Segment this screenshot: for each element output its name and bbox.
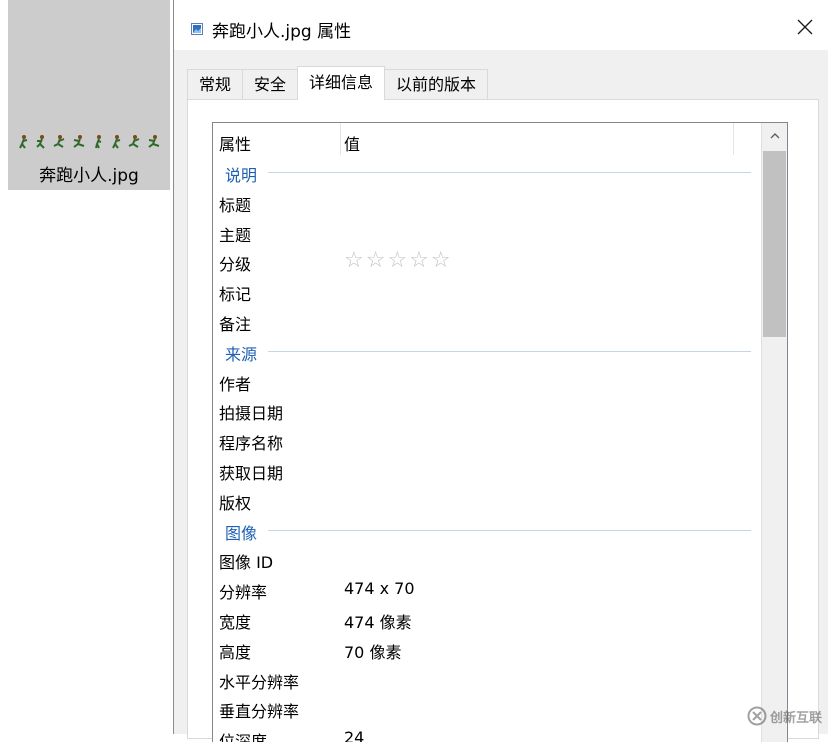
property-row[interactable]: 高度 70 像素: [213, 634, 761, 664]
image-file-icon: [191, 23, 203, 35]
property-row[interactable]: 图像 ID: [213, 544, 761, 574]
vertical-scrollbar[interactable]: [761, 123, 787, 742]
scroll-up-button[interactable]: [762, 123, 787, 149]
list-header: 属性 值: [213, 123, 761, 155]
property-name: 版权: [219, 493, 252, 513]
column-divider[interactable]: [733, 123, 734, 155]
watermark-text: 创新互联: [769, 710, 822, 726]
property-row[interactable]: 作者: [213, 366, 761, 396]
property-row[interactable]: 备注: [213, 306, 761, 336]
file-name-label: 奔跑小人.jpg: [39, 166, 139, 186]
tab-general[interactable]: 常规: [187, 69, 244, 100]
property-name: 拍摄日期: [219, 404, 284, 424]
property-row[interactable]: 宽度 474 像素: [213, 604, 761, 634]
property-name: 分级: [219, 255, 252, 275]
explorer-pane: 奔跑小人.jpg: [0, 0, 172, 734]
property-name: 宽度: [219, 612, 252, 632]
group-divider: [268, 172, 751, 173]
file-thumbnail: [18, 135, 160, 149]
group-divider: [268, 529, 751, 531]
property-name: 备注: [219, 314, 252, 334]
property-name: 垂直分辨率: [219, 702, 300, 722]
properties-dialog: 奔跑小人.jpg 属性 常规 安全 详细信息 以前的版本 属性 值 说明标题主题…: [173, 0, 828, 742]
property-row[interactable]: 分辨率 474 x 70: [213, 574, 761, 604]
group-label: 说明: [225, 166, 258, 185]
close-button[interactable]: [790, 12, 820, 42]
property-value: 474 x 70: [344, 579, 415, 599]
property-row[interactable]: 获取日期: [213, 455, 761, 485]
property-row[interactable]: 分级 ☆☆☆☆☆: [213, 246, 761, 276]
property-row[interactable]: 版权: [213, 485, 761, 515]
column-divider[interactable]: [340, 123, 341, 155]
property-name: 高度: [219, 642, 252, 662]
tab-details[interactable]: 详细信息: [297, 66, 386, 100]
details-panel: 属性 值 说明标题主题分级 ☆☆☆☆☆ 标记备注来源作者拍摄日期程序名称获取日期版权…: [187, 99, 819, 742]
dialog-title: 奔跑小人.jpg 属性: [212, 22, 352, 42]
property-row[interactable]: 标题: [213, 187, 761, 217]
property-name: 水平分辨率: [219, 672, 300, 692]
property-name: 标记: [219, 285, 252, 305]
group-label: 图像: [225, 523, 258, 543]
property-name: 位深度: [219, 732, 268, 742]
property-value: 24: [344, 728, 365, 742]
property-name: 获取日期: [219, 463, 284, 483]
group-header[interactable]: 说明: [213, 157, 761, 187]
property-name: 主题: [219, 225, 252, 245]
tab-security[interactable]: 安全: [242, 69, 299, 100]
tab-previous-versions[interactable]: 以前的版本: [384, 69, 489, 100]
property-row[interactable]: 程序名称: [213, 425, 761, 455]
property-row[interactable]: 拍摄日期: [213, 395, 761, 425]
property-row[interactable]: 位深度 24: [213, 723, 761, 742]
property-rows: 说明标题主题分级 ☆☆☆☆☆ 标记备注来源作者拍摄日期程序名称获取日期版权图像图像 …: [213, 157, 761, 742]
property-name: 分辨率: [219, 583, 268, 603]
property-row[interactable]: 标记: [213, 276, 761, 306]
chevron-up-icon: [770, 133, 779, 139]
tab-bar: 常规 安全 详细信息 以前的版本: [187, 66, 489, 100]
property-list[interactable]: 属性 值 说明标题主题分级 ☆☆☆☆☆ 标记备注来源作者拍摄日期程序名称获取日期版权…: [212, 122, 788, 742]
property-name: 标题: [219, 195, 252, 215]
group-label: 来源: [225, 344, 258, 364]
property-row[interactable]: 主题: [213, 217, 761, 247]
column-header-value[interactable]: 值: [344, 131, 360, 155]
group-header[interactable]: 来源: [213, 336, 761, 366]
property-value: 70 像素: [344, 642, 402, 662]
property-row[interactable]: 水平分辨率: [213, 664, 761, 694]
watermark-logo-icon: [747, 706, 767, 726]
column-header-property[interactable]: 属性: [219, 131, 251, 155]
property-name: 图像 ID: [219, 553, 274, 573]
group-header[interactable]: 图像: [213, 515, 761, 545]
close-icon: [797, 19, 813, 35]
title-bar[interactable]: 奔跑小人.jpg 属性: [174, 0, 828, 50]
property-name: 程序名称: [219, 434, 284, 454]
property-name: 作者: [219, 374, 252, 394]
property-value: 474 像素: [344, 612, 412, 632]
group-divider: [268, 350, 751, 352]
property-row[interactable]: 垂直分辨率: [213, 693, 761, 723]
watermark: 创新互联: [747, 706, 822, 726]
rating-stars[interactable]: ☆☆☆☆☆: [344, 248, 453, 273]
scroll-thumb[interactable]: [763, 151, 786, 337]
file-tile[interactable]: 奔跑小人.jpg: [8, 0, 170, 190]
